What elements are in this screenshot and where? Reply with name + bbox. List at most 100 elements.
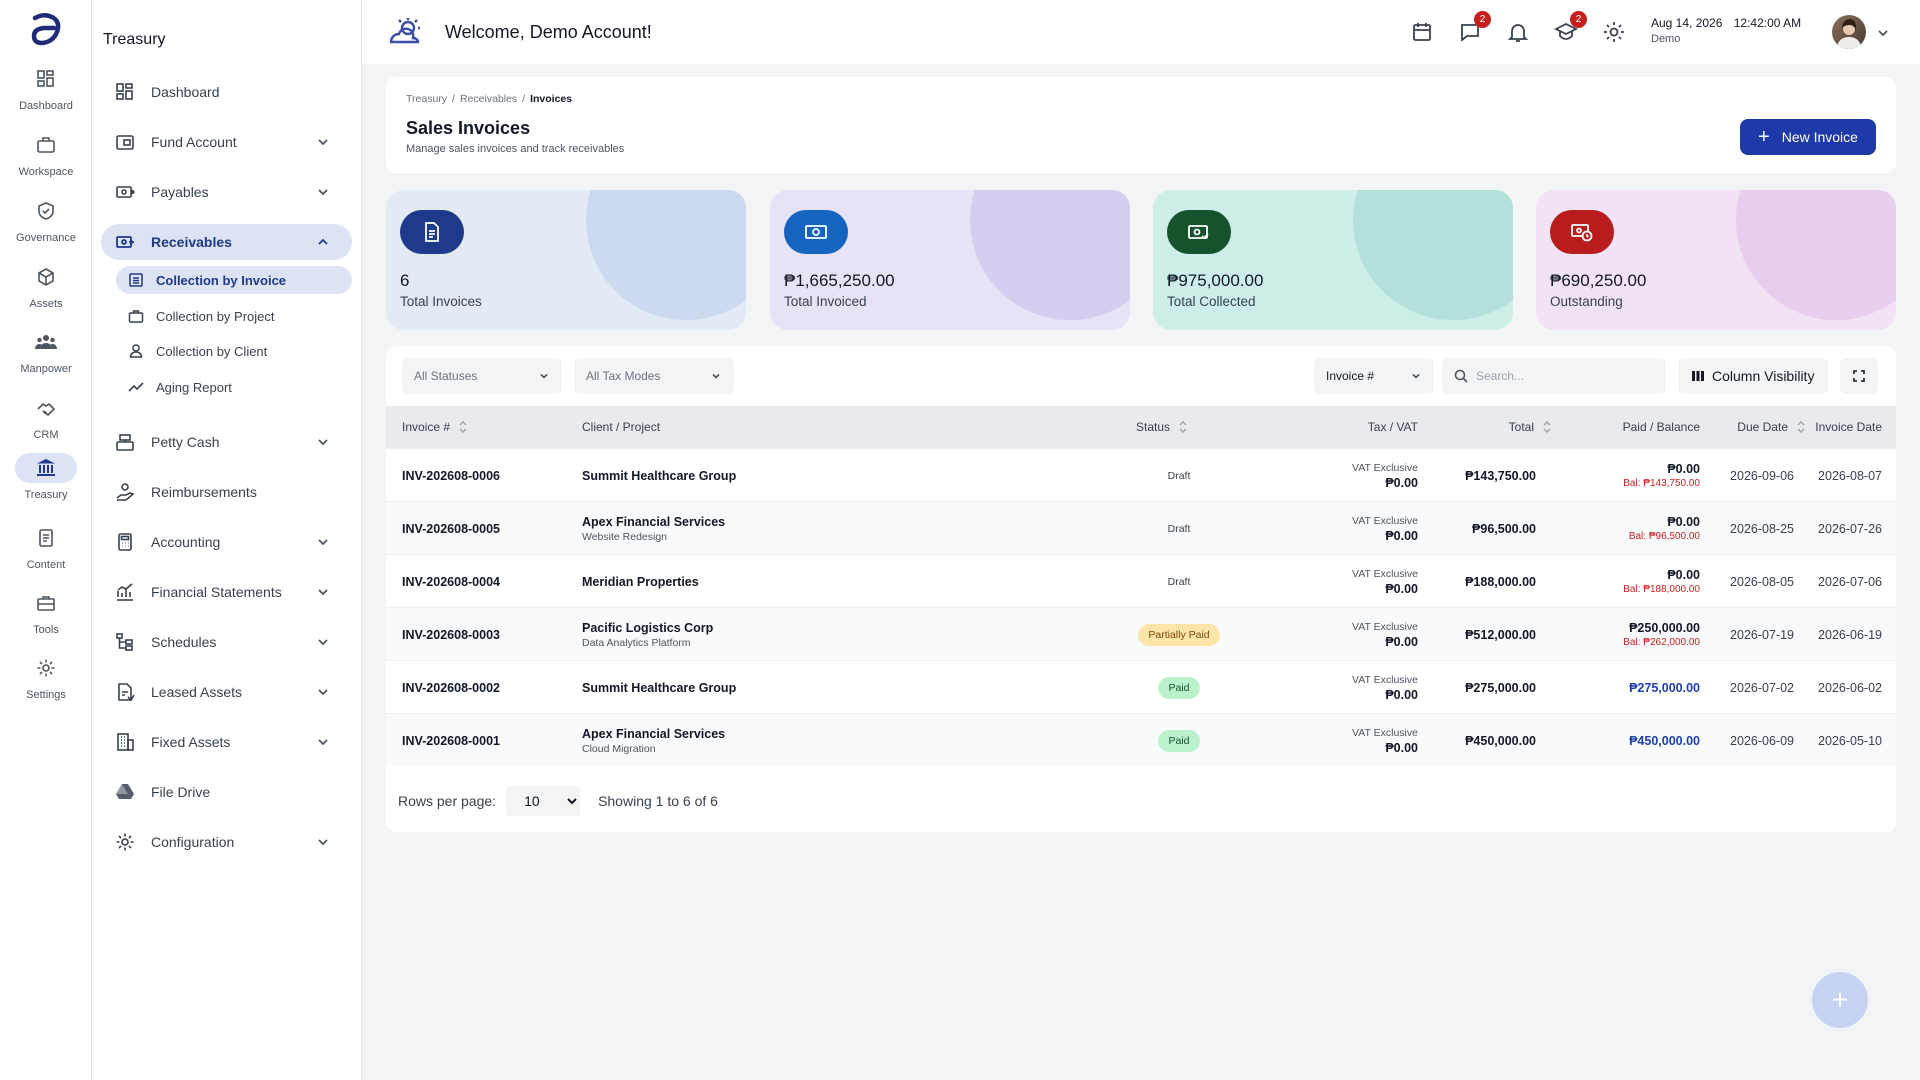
status-badge: Paid: [1158, 729, 1200, 752]
invoice-number[interactable]: INV-202608-0001: [402, 714, 500, 767]
rail-item-treasury[interactable]: Treasury: [14, 453, 78, 509]
sidebar-item-petty-cash[interactable]: Petty Cash: [101, 424, 352, 460]
rail-item-content[interactable]: Content: [14, 523, 78, 579]
search-field-select[interactable]: Invoice #: [1314, 358, 1434, 394]
breadcrumb-receivables[interactable]: Receivables: [460, 93, 517, 105]
rail-item-workspace[interactable]: Workspace: [14, 130, 78, 186]
column-header-total[interactable]: Total: [1432, 406, 1552, 448]
chevron-down-icon: [316, 135, 330, 149]
column-header-tax[interactable]: Tax / VAT: [1298, 406, 1418, 448]
sidebar-item-label: Receivables: [151, 234, 232, 250]
sidebar-item-accounting[interactable]: Accounting: [101, 524, 352, 560]
sidebar-item-file-drive[interactable]: File Drive: [101, 774, 352, 810]
bell-icon[interactable]: [1506, 20, 1530, 44]
column-header-invoice-date[interactable]: Invoice Date: [1762, 406, 1882, 448]
rail-item-assets[interactable]: Assets: [14, 262, 78, 318]
column-header-invoice[interactable]: Invoice #: [402, 406, 468, 448]
graduation-cap-icon[interactable]: 2: [1554, 11, 1587, 44]
sidebar-subitem-collection-by-client[interactable]: Collection by Client: [116, 337, 352, 365]
client-project-cell: Summit Healthcare Group: [582, 661, 736, 714]
table-header: Invoice # Client / Project Status Tax / …: [386, 406, 1896, 448]
status-cell: Draft: [1146, 449, 1212, 502]
paid-balance-cell: ₱0.00 Bal: ₱143,750.00: [1566, 449, 1700, 502]
welcome-message: Welcome, Demo Account!: [445, 22, 652, 42]
rail-item-governance[interactable]: Governance: [14, 196, 78, 252]
messages-icon[interactable]: 2: [1458, 11, 1491, 44]
chevron-down-icon: [316, 435, 330, 449]
rows-per-page-label: Rows per page:: [398, 793, 497, 809]
total-amount: ₱450,000.00: [1465, 733, 1536, 748]
sidebar-item-fixed-assets[interactable]: Fixed Assets: [101, 724, 352, 760]
sidebar-item-label: Petty Cash: [151, 434, 220, 450]
rail-item-crm[interactable]: CRM: [14, 393, 78, 449]
sidebar-item-label: Schedules: [151, 634, 217, 650]
sidebar-item-reimbursements[interactable]: Reimbursements: [101, 474, 352, 510]
table-row[interactable]: INV-202608-0002 Summit Healthcare Group …: [386, 660, 1896, 713]
table-row[interactable]: INV-202608-0001 Apex Financial Services C…: [386, 713, 1896, 766]
sidebar-item-dashboard[interactable]: Dashboard: [101, 74, 352, 110]
page-subtitle: Manage sales invoices and track receivab…: [406, 143, 625, 155]
sidebar-item-receivables[interactable]: Receivables: [101, 224, 352, 260]
chevron-down-icon[interactable]: [1876, 26, 1890, 40]
sidebar-subitem-collection-by-invoice[interactable]: Collection by Invoice: [116, 266, 352, 294]
client-name: Meridian Properties: [582, 574, 699, 589]
column-header-status[interactable]: Status: [1136, 406, 1188, 448]
stat-value: 6: [400, 271, 410, 290]
rows-per-page-select[interactable]: 10: [506, 786, 581, 816]
tax-cell: VAT Exclusive ₱0.00: [1298, 555, 1418, 608]
tax-cell: VAT Exclusive ₱0.00: [1298, 661, 1418, 714]
paid-balance-cell: ₱450,000.00: [1566, 714, 1700, 767]
column-visibility-button[interactable]: Column Visibility: [1678, 358, 1828, 394]
sidebar-subitem-aging-report[interactable]: Aging Report: [116, 373, 352, 401]
table-row[interactable]: INV-202608-0003 Pacific Logistics Corp Da…: [386, 607, 1896, 660]
card-decoration: [970, 190, 1130, 320]
invoice-number[interactable]: INV-202608-0002: [402, 661, 500, 714]
column-header-client[interactable]: Client / Project: [582, 406, 660, 448]
paid-balance-cell: ₱250,000.00 Bal: ₱262,000.00: [1566, 608, 1700, 661]
stat-value: ₱975,000.00: [1167, 271, 1264, 290]
table-row[interactable]: INV-202608-0005 Apex Financial Services W…: [386, 501, 1896, 554]
search-input[interactable]: [1476, 358, 1656, 394]
table-row[interactable]: INV-202608-0006 Summit Healthcare Group …: [386, 448, 1896, 501]
brand-icon: [388, 16, 422, 48]
invoice-number[interactable]: INV-202608-0004: [402, 555, 500, 608]
table-row[interactable]: INV-202608-0004 Meridian Properties Draf…: [386, 554, 1896, 607]
rail-item-dashboard[interactable]: Dashboard: [14, 64, 78, 120]
calendar-icon[interactable]: [1410, 20, 1434, 44]
toolbox-icon: [15, 588, 77, 618]
gear-icon[interactable]: [1602, 20, 1626, 44]
stat-card-total-invoices: 6 Total Invoices: [386, 190, 746, 330]
tax-mode-filter-select[interactable]: All Tax Modes: [574, 358, 734, 394]
new-invoice-button[interactable]: + New Invoice: [1740, 119, 1876, 155]
learning-badge: 2: [1570, 11, 1587, 28]
sidebar-subitem-collection-by-project[interactable]: Collection by Project: [116, 302, 352, 330]
invoice-number[interactable]: INV-202608-0003: [402, 608, 500, 661]
sidebar-item-fund-account[interactable]: Fund Account: [101, 124, 352, 160]
column-header-label: Invoice #: [402, 420, 451, 434]
sidebar-item-leased-assets[interactable]: Leased Assets: [101, 674, 352, 710]
status-badge: Draft: [1167, 522, 1191, 535]
fullscreen-button[interactable]: [1840, 358, 1878, 394]
document-icon: [15, 523, 77, 553]
app-logo-icon[interactable]: [26, 10, 66, 50]
sidebar-item-financial-statements[interactable]: Financial Statements: [101, 574, 352, 610]
invoice-number[interactable]: INV-202608-0006: [402, 449, 500, 502]
column-header-paid-balance[interactable]: Paid / Balance: [1566, 406, 1700, 448]
rail-item-settings[interactable]: Settings: [14, 653, 78, 709]
sidebar-item-configuration[interactable]: Configuration: [101, 824, 352, 860]
search-box: [1442, 358, 1666, 394]
status-filter-select[interactable]: All Statuses: [402, 358, 562, 394]
tax-mode-filter-value: All Tax Modes: [586, 369, 661, 383]
sidebar-item-payables[interactable]: Payables: [101, 174, 352, 210]
rail-item-manpower[interactable]: Manpower: [14, 327, 78, 383]
chevron-down-icon: [316, 535, 330, 549]
avatar[interactable]: [1832, 15, 1866, 49]
columns-icon: [1692, 370, 1704, 382]
breadcrumb-treasury[interactable]: Treasury: [406, 93, 447, 105]
floating-add-button[interactable]: +: [1812, 972, 1868, 1028]
grid-icon: [115, 82, 135, 102]
rail-item-tools[interactable]: Tools: [14, 588, 78, 644]
sidebar-item-schedules[interactable]: Schedules: [101, 624, 352, 660]
invoice-number[interactable]: INV-202608-0005: [402, 502, 500, 555]
rail-label: Settings: [26, 689, 66, 701]
